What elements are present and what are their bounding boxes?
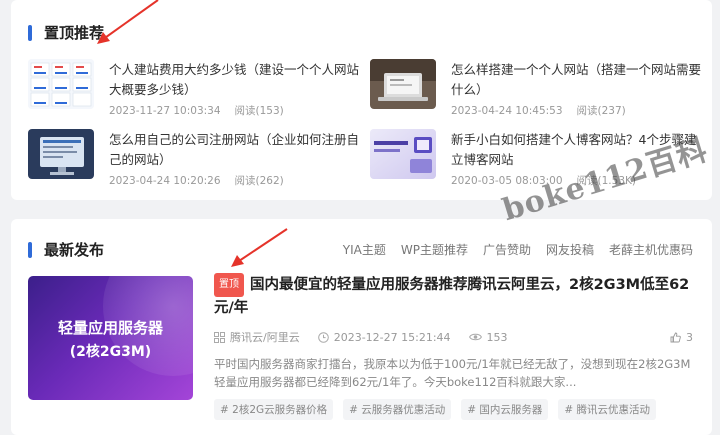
tag-chip[interactable]: # 云服务器优惠活动 [343,399,452,420]
pinned-section-header: 置顶推荐 [28,22,104,43]
pinned-item-date: 2020-03-05 08:03:00 [451,175,563,187]
pinned-section: 置顶推荐 个人建站费用大约多少钱（建设一个个人网站大概要多少钱） 2023-11… [11,0,712,200]
clock-icon [317,331,329,343]
pinned-item-meta: 2020-03-05 08:03:00 阅读(1.53K) [451,173,636,188]
post-datetime: 2023-12-27 15:21:44 [317,330,451,344]
tab-host-coupon[interactable]: 老薛主机优惠码 [609,241,693,258]
pinned-item-meta: 2023-04-24 10:20:26 阅读(262) [109,173,284,188]
pinned-item-thumbnail[interactable] [370,129,436,179]
thumbnail-caption: 轻量应用服务器 [57,319,163,337]
tag-chip[interactable]: # 腾讯云优惠活动 [558,399,657,420]
pinned-item-meta: 2023-11-27 10:03:34 阅读(153) [109,103,284,118]
post-thumbnail[interactable]: 轻量应用服务器 (2核2G3M) [28,276,193,400]
post-datetime-text: 2023-12-27 15:21:44 [333,330,451,344]
pinned-item[interactable]: 怎么样搭建一个个人网站（搭建一个网站需要什么） 2023-04-24 10:45… [370,59,701,119]
category-tabs: YIA主题 WP主题推荐 广告赞助 网友投稿 老薛主机优惠码 [328,241,693,258]
pinned-item-views: 阅读(262) [234,175,284,187]
pinned-item-thumbnail[interactable] [370,59,436,109]
pinned-item-title[interactable]: 个人建站费用大约多少钱（建设一个个人网站大概要多少钱） [109,60,359,100]
thumbs-up-icon [670,332,681,342]
pinned-section-title: 置顶推荐 [44,24,105,42]
section-accent-bar [28,241,32,258]
category-grid-icon [214,331,225,343]
pinned-item-views: 阅读(237) [576,105,626,117]
post-title-text[interactable]: 国内最便宜的轻量应用服务器推荐腾讯云阿里云，2核2G3M低至62元/年 [214,277,689,316]
latest-section-title: 最新发布 [44,241,105,259]
tab-user-submission[interactable]: 网友投稿 [546,241,594,258]
pinned-item-date: 2023-04-24 10:45:53 [451,105,563,117]
pinned-item-date: 2023-11-27 10:03:34 [109,105,221,117]
section-accent-bar [28,24,32,41]
pinned-item[interactable]: 新手小白如何搭建个人博客网站？4个步骤建立博客网站 2020-03-05 08:… [370,129,700,189]
tag-chip[interactable]: # 2核2G云服务器价格 [214,399,334,420]
like-count: 3 [686,330,693,344]
eye-icon [468,333,482,341]
pinned-badge: 置顶 [214,273,244,297]
tab-ad-sponsor[interactable]: 广告赞助 [483,241,531,258]
like-button[interactable]: 3 [670,331,693,344]
pinned-item-views: 阅读(1.53K) [576,175,636,187]
post-card: 置顶 国内最便宜的轻量应用服务器推荐腾讯云阿里云，2核2G3M低至62元/年 腾讯… [214,273,699,420]
pinned-item-title[interactable]: 新手小白如何搭建个人博客网站？4个步骤建立博客网站 [451,130,701,170]
latest-section: 最新发布 YIA主题 WP主题推荐 广告赞助 网友投稿 老薛主机优惠码 轻量应用… [11,219,712,435]
post-meta: 腾讯云/阿里云 2023-12-27 15:21:44 153 3 [214,329,699,345]
post-category-text[interactable]: 腾讯云/阿里云 [230,329,300,345]
tab-yia-theme[interactable]: YIA主题 [343,241,386,258]
pinned-item-title[interactable]: 怎么用自己的公司注册网站（企业如何注册自己的网站） [109,130,359,170]
pinned-item[interactable]: 个人建站费用大约多少钱（建设一个个人网站大概要多少钱） 2023-11-27 1… [28,59,359,119]
post-tags: # 2核2G云服务器价格 # 云服务器优惠活动 # 国内云服务器 # 腾讯云优惠… [214,399,666,420]
pinned-item-thumbnail[interactable] [28,129,94,179]
post-excerpt: 平时国内服务器商家打擂台，我原本以为低于100元/1年就已经无敌了，没想到现在2… [214,357,691,389]
pinned-item-views: 阅读(153) [234,105,284,117]
pinned-item-meta: 2023-04-24 10:45:53 阅读(237) [451,103,626,118]
thumbnail-caption-spec: (2核2G3M) [69,344,152,360]
pinned-item-title[interactable]: 怎么样搭建一个个人网站（搭建一个网站需要什么） [451,60,701,100]
post-title[interactable]: 置顶 国内最便宜的轻量应用服务器推荐腾讯云阿里云，2核2G3M低至62元/年 [214,273,699,319]
pinned-item-thumbnail[interactable] [28,59,94,109]
post-category[interactable]: 腾讯云/阿里云 [214,329,300,345]
tag-chip[interactable]: # 国内云服务器 [461,399,549,420]
latest-section-header: 最新发布 [28,239,104,260]
pinned-item[interactable]: 怎么用自己的公司注册网站（企业如何注册自己的网站） 2023-04-24 10:… [28,129,359,189]
pinned-item-date: 2023-04-24 10:20:26 [109,175,221,187]
post-views: 153 [468,330,508,344]
tab-wp-theme[interactable]: WP主题推荐 [401,241,468,258]
post-views-count: 153 [486,330,508,344]
